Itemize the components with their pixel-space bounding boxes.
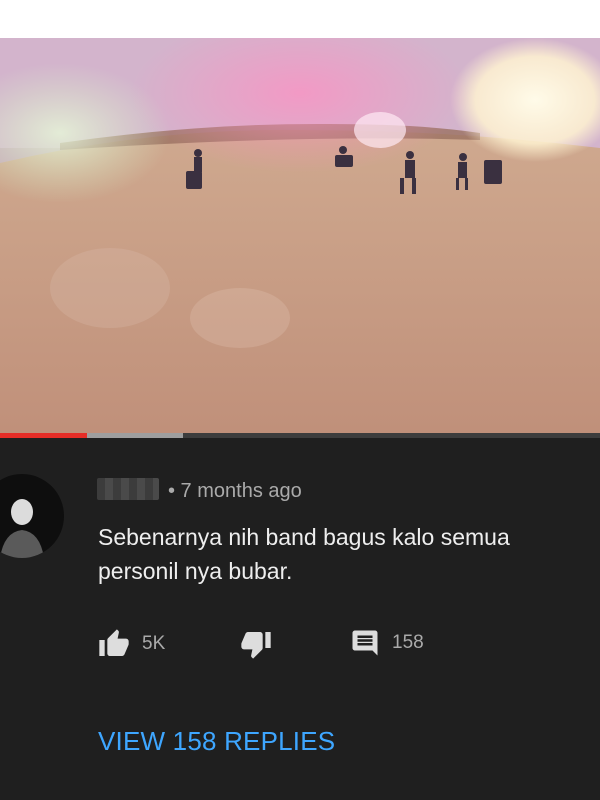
avatar[interactable] <box>0 474 64 558</box>
video-frame <box>0 38 600 433</box>
like-count: 5K <box>142 633 166 654</box>
dislike-button[interactable] <box>240 628 272 660</box>
thumbs-down-icon <box>241 632 271 659</box>
thumbs-up-icon <box>99 629 129 656</box>
comment-text: Sebenarnya nih band bagus kalo semua per… <box>98 520 578 588</box>
comment-timestamp[interactable]: • 7 months ago <box>168 480 302 503</box>
like-button[interactable]: 5K <box>98 628 165 660</box>
video-player[interactable] <box>0 38 600 433</box>
reply-button[interactable]: 158 <box>350 628 424 658</box>
reply-count: 158 <box>392 632 424 653</box>
comment-text-line-2: personil nya bubar. <box>98 558 293 584</box>
author-name-redacted[interactable] <box>97 478 159 500</box>
comment-text-line-1: Sebenarnya nih band bagus kalo semua <box>98 524 510 550</box>
top-blank-strip <box>0 0 600 38</box>
comment-panel: • 7 months ago Sebenarnya nih band bagus… <box>0 438 600 800</box>
view-replies-link[interactable]: VIEW 158 REPLIES <box>98 726 335 757</box>
user-silhouette-icon <box>0 499 44 558</box>
comment-icon <box>352 630 378 656</box>
